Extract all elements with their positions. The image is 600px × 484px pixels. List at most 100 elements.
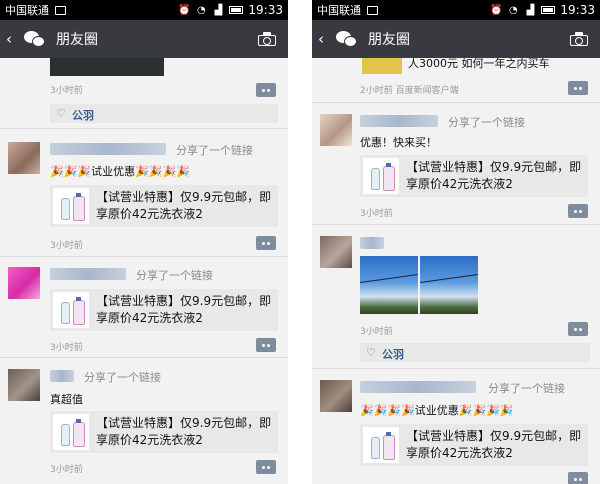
user-name-blurred[interactable] bbox=[360, 115, 438, 127]
share-action-text: 分享了一个链接 bbox=[176, 144, 253, 157]
post-image-partial[interactable] bbox=[50, 58, 164, 76]
left-screen: 中国联通 ⏰ ◔ ▟ 19:33 ‹ 朋友圈 3小时前 ♡ 公羽 分享了一个链接… bbox=[0, 0, 288, 484]
divider bbox=[0, 357, 288, 358]
alarm-icon: ⏰ bbox=[178, 4, 191, 16]
post-text: 优惠！快来买！ bbox=[360, 136, 437, 149]
comment-button[interactable] bbox=[256, 236, 276, 250]
comment-button[interactable] bbox=[568, 81, 588, 95]
clock: 19:33 bbox=[248, 3, 283, 17]
back-button[interactable]: ‹ bbox=[6, 30, 20, 48]
divider bbox=[312, 368, 600, 369]
comment-button[interactable] bbox=[256, 338, 276, 352]
post-time: 3小时前 bbox=[360, 327, 393, 337]
avatar[interactable] bbox=[320, 380, 352, 412]
avatar[interactable] bbox=[8, 369, 40, 401]
link-card-title: 【试营业特惠】仅9.9元包邮，即享原价42元洗衣液2 bbox=[96, 416, 272, 447]
status-bar: 中国联通 ⏰ ◔ ▟ 19:33 bbox=[312, 0, 600, 20]
party-popper-icon: 🎉🎉🎉🎉 bbox=[458, 404, 514, 417]
share-action-text: 分享了一个链接 bbox=[136, 269, 213, 282]
alarm-icon: ⏰ bbox=[490, 4, 503, 16]
share-action-text: 分享了一个链接 bbox=[448, 116, 525, 129]
avatar[interactable] bbox=[8, 267, 40, 299]
post-time: 3小时前 bbox=[50, 86, 83, 96]
share-action-text: 分享了一个链接 bbox=[488, 382, 565, 395]
post-text: 🎉🎉🎉试业优惠🎉🎉🎉🎉 bbox=[50, 165, 190, 178]
battery-icon bbox=[541, 6, 556, 14]
divider bbox=[0, 256, 288, 257]
link-card[interactable]: 【试营业特惠】仅9.9元包邮，即享原价42元洗衣液2 bbox=[50, 411, 278, 453]
divider bbox=[312, 224, 600, 225]
product-thumbnail bbox=[53, 188, 89, 224]
avatar[interactable] bbox=[8, 142, 40, 174]
user-name-blurred[interactable] bbox=[360, 237, 384, 249]
comment-button[interactable] bbox=[256, 460, 276, 474]
post-source: 百度新闻客户端 bbox=[395, 86, 459, 96]
wifi-icon: ◔ bbox=[197, 4, 206, 16]
heart-icon: ♡ bbox=[366, 346, 376, 359]
user-name-blurred[interactable] bbox=[50, 370, 74, 382]
like-bar: ♡ 公羽 bbox=[360, 343, 590, 362]
status-bar: 中国联通 ⏰ ◔ ▟ 19:33 bbox=[0, 0, 288, 20]
link-card-title: 【试营业特惠】仅9.9元包邮，即享原价42元洗衣液2 bbox=[406, 160, 582, 191]
link-card[interactable]: 【试营业特惠】仅9.9元包邮，即享原价42元洗衣液2 bbox=[50, 185, 278, 227]
link-card-title: 【试营业特惠】仅9.9元包邮，即享原价42元洗衣液2 bbox=[96, 190, 272, 221]
post-time: 3小时前 bbox=[50, 465, 83, 475]
post-photo[interactable] bbox=[420, 256, 478, 314]
camera-icon[interactable] bbox=[258, 32, 276, 46]
avatar[interactable] bbox=[320, 114, 352, 146]
nav-bar: ‹ 朋友圈 bbox=[0, 20, 288, 58]
moments-feed[interactable]: 3小时前 ♡ 公羽 分享了一个链接 🎉🎉🎉试业优惠🎉🎉🎉🎉 【试营业特惠】仅9.… bbox=[0, 58, 288, 484]
nav-bar: ‹ 朋友圈 bbox=[312, 20, 600, 58]
user-name-blurred[interactable] bbox=[360, 381, 476, 393]
news-thumbnail-partial bbox=[362, 58, 402, 74]
post-photo[interactable] bbox=[360, 256, 418, 314]
comment-button[interactable] bbox=[568, 322, 588, 336]
product-thumbnail bbox=[363, 158, 399, 194]
share-action-text: 分享了一个链接 bbox=[84, 371, 161, 384]
like-bar: ♡ 公羽 bbox=[50, 104, 278, 123]
clock: 19:33 bbox=[560, 3, 595, 17]
back-button[interactable]: ‹ bbox=[318, 30, 332, 48]
battery-icon bbox=[229, 6, 244, 14]
carrier-label: 中国联通 bbox=[5, 4, 49, 17]
link-card-title: 【试营业特惠】仅9.9元包邮，即享原价42元洗衣液2 bbox=[96, 294, 272, 325]
post-text: 🎉🎉🎉🎉试业优惠🎉🎉🎉🎉 bbox=[360, 404, 514, 417]
post-time: 3小时前 bbox=[50, 343, 83, 353]
liker-name[interactable]: 公羽 bbox=[72, 107, 94, 123]
image-notification-icon bbox=[55, 5, 66, 15]
party-popper-icon: 🎉🎉🎉🎉 bbox=[135, 165, 190, 178]
avatar[interactable] bbox=[320, 236, 352, 268]
link-card[interactable]: 【试营业特惠】仅9.9元包邮，即享原价42元洗衣液2 bbox=[360, 155, 588, 197]
right-screen: 中国联通 ⏰ ◔ ▟ 19:33 ‹ 朋友圈 人3000元 如何一年之内买车 2… bbox=[312, 0, 600, 484]
heart-icon: ♡ bbox=[56, 107, 66, 120]
link-card[interactable]: 【试营业特惠】仅9.9元包邮，即享原价42元洗衣液2 bbox=[50, 289, 278, 331]
liker-name[interactable]: 公羽 bbox=[382, 346, 404, 362]
product-thumbnail bbox=[53, 292, 89, 328]
comment-button[interactable] bbox=[256, 83, 276, 97]
comment-button[interactable] bbox=[568, 472, 588, 484]
post-time: 3小时前 bbox=[360, 209, 393, 219]
link-card-title: 【试营业特惠】仅9.9元包邮，即享原价42元洗衣液2 bbox=[406, 429, 582, 460]
news-link-title[interactable]: 人3000元 如何一年之内买车 bbox=[408, 58, 550, 71]
party-popper-icon: 🎉🎉🎉 bbox=[50, 165, 92, 178]
signal-icon: ▟ bbox=[214, 4, 223, 16]
party-popper-icon: 🎉🎉🎉🎉 bbox=[360, 404, 415, 417]
wifi-icon: ◔ bbox=[509, 4, 518, 16]
post-time: 3小时前 bbox=[50, 241, 83, 251]
divider bbox=[0, 128, 288, 129]
link-card[interactable]: 【试营业特惠】仅9.9元包邮，即享原价42元洗衣液2 bbox=[360, 424, 588, 466]
divider bbox=[312, 102, 600, 103]
user-name-blurred[interactable] bbox=[50, 268, 126, 280]
camera-icon[interactable] bbox=[570, 32, 588, 46]
wechat-logo-icon[interactable] bbox=[22, 28, 48, 50]
post-text: 真超值 bbox=[50, 393, 83, 406]
page-title: 朋友圈 bbox=[368, 32, 410, 48]
comment-button[interactable] bbox=[568, 204, 588, 218]
user-name-blurred[interactable] bbox=[50, 143, 166, 155]
post-time: 2小时前 百度新闻客户端 bbox=[360, 86, 459, 96]
image-notification-icon bbox=[367, 5, 378, 15]
moments-feed[interactable]: 人3000元 如何一年之内买车 2小时前 百度新闻客户端 分享了一个链接 优惠！… bbox=[312, 58, 600, 484]
wechat-logo-icon[interactable] bbox=[334, 28, 360, 50]
signal-icon: ▟ bbox=[526, 4, 535, 16]
product-thumbnail bbox=[53, 414, 89, 450]
